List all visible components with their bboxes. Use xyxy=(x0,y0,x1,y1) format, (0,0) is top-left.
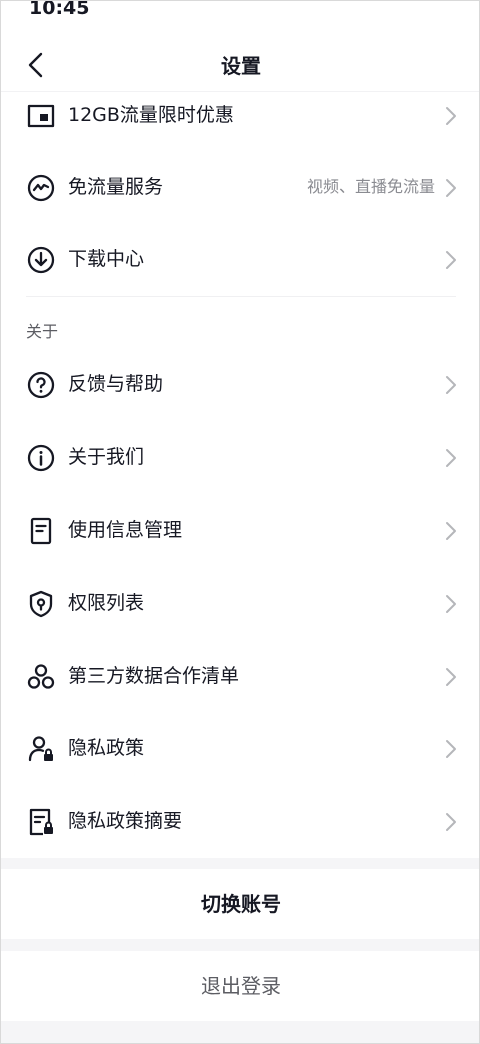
row-label: 第三方数据合作清单 xyxy=(68,665,240,687)
row-label: 权限列表 xyxy=(68,592,145,614)
status-time: 10:45 xyxy=(29,0,90,19)
row-label: 隐私政策摘要 xyxy=(68,810,183,832)
switch-account-button[interactable]: 切换账号 xyxy=(1,869,479,939)
chevron-right-icon xyxy=(446,740,456,758)
page-title: 设置 xyxy=(221,54,261,78)
row-label: 隐私政策 xyxy=(68,737,145,759)
row-free-data-service[interactable]: 免流量服务 视频、直播免流量 xyxy=(1,158,479,218)
row-label: 反馈与帮助 xyxy=(68,373,164,395)
chevron-right-icon xyxy=(446,251,456,269)
row-label: 使用信息管理 xyxy=(68,519,183,541)
bottom-gap xyxy=(1,1021,479,1043)
settings-screen: 10:45 设置 12GB流量限时优惠 免流量服务 视频、直播免流量 下载中心 … xyxy=(0,0,480,1044)
download-icon xyxy=(27,246,55,274)
row-about-us[interactable]: 关于我们 xyxy=(1,428,479,488)
row-label: 12GB流量限时优惠 xyxy=(68,104,234,126)
row-feedback-help[interactable]: 反馈与帮助 xyxy=(1,355,479,415)
row-label: 关于我们 xyxy=(68,446,145,468)
section-divider xyxy=(26,296,456,297)
chevron-right-icon xyxy=(446,179,456,197)
row-data-offer[interactable]: 12GB流量限时优惠 xyxy=(1,86,479,146)
flow-icon xyxy=(27,174,55,202)
row-download-center[interactable]: 下载中心 xyxy=(1,230,479,290)
user-lock-icon xyxy=(28,736,53,762)
row-label: 免流量服务 xyxy=(68,176,164,198)
row-privacy-summary[interactable]: 隐私政策摘要 xyxy=(1,792,479,852)
chevron-right-icon xyxy=(446,107,456,125)
help-circle-icon xyxy=(27,371,55,399)
chevron-right-icon xyxy=(446,813,456,831)
logout-button[interactable]: 退出登录 xyxy=(1,951,479,1021)
row-value: 视频、直播免流量 xyxy=(306,177,435,196)
row-permissions[interactable]: 权限列表 xyxy=(1,574,479,634)
shield-icon xyxy=(29,590,53,618)
sim-card-icon xyxy=(27,104,55,128)
doc-lock-icon xyxy=(29,808,53,836)
row-label: 下载中心 xyxy=(68,248,145,270)
section-gap xyxy=(1,858,479,869)
row-privacy-policy[interactable]: 隐私政策 xyxy=(1,719,479,779)
section-gap xyxy=(1,939,479,951)
nodes-icon xyxy=(27,664,55,689)
row-usage-info[interactable]: 使用信息管理 xyxy=(1,501,479,561)
document-icon xyxy=(30,517,52,545)
chevron-right-icon xyxy=(446,449,456,467)
chevron-right-icon xyxy=(446,668,456,686)
info-icon xyxy=(27,444,55,472)
row-third-party-data[interactable]: 第三方数据合作清单 xyxy=(1,647,479,707)
chevron-right-icon xyxy=(446,376,456,394)
section-title-about: 关于 xyxy=(26,322,59,341)
chevron-right-icon xyxy=(446,522,456,540)
header: 设置 xyxy=(1,35,479,91)
chevron-right-icon xyxy=(446,595,456,613)
